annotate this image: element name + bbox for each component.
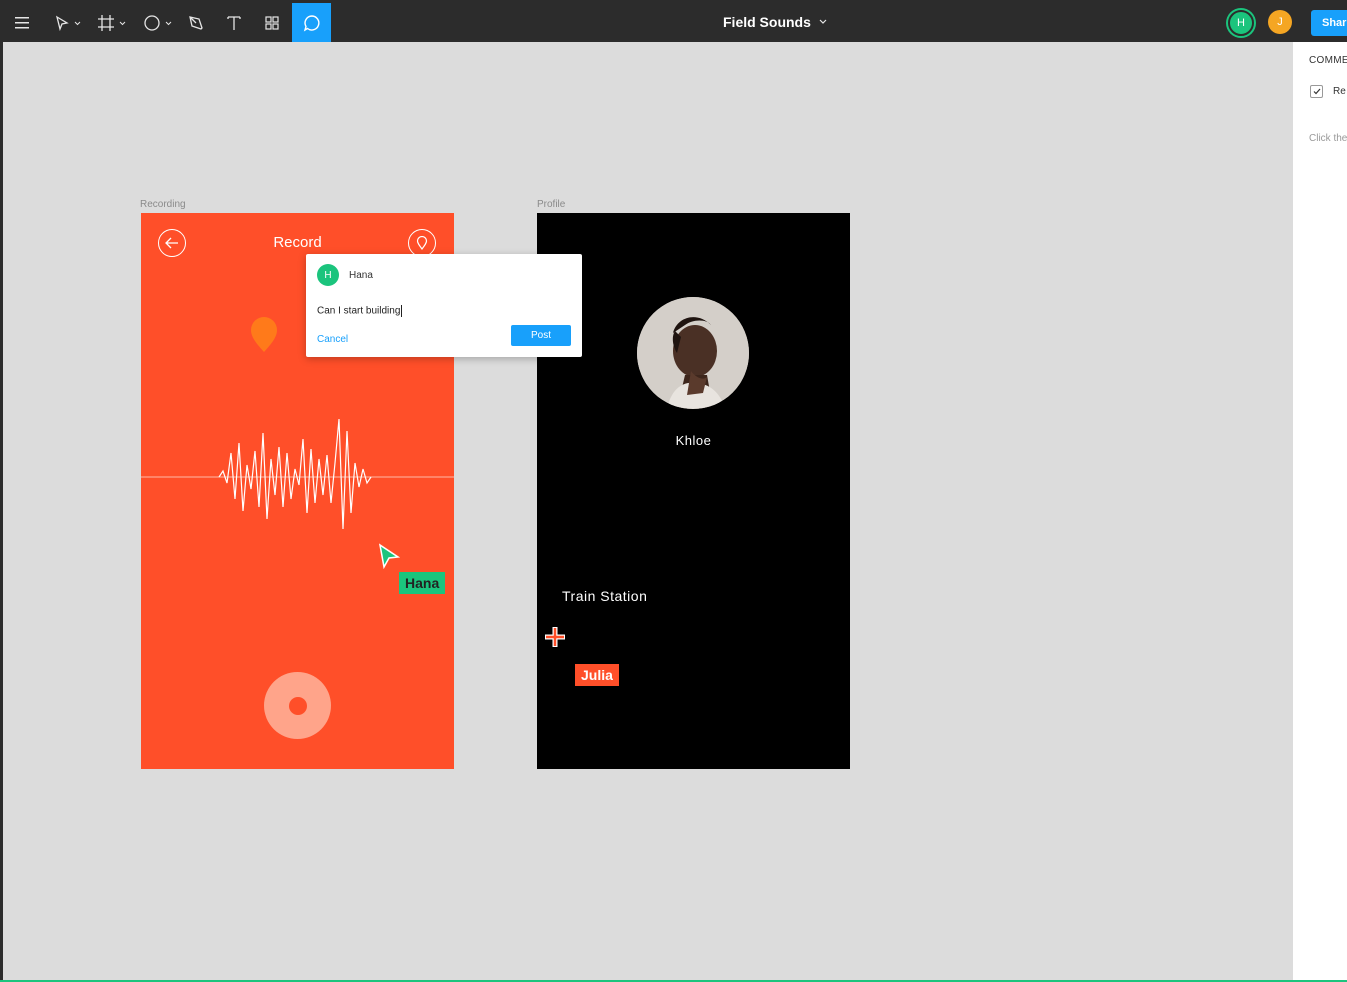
chevron-down-icon xyxy=(819,19,827,24)
components-icon xyxy=(265,15,279,30)
comment-author-name: Hana xyxy=(349,270,373,281)
components-tool-button[interactable] xyxy=(259,3,285,42)
comments-panel-header: COMME xyxy=(1309,55,1347,66)
cursor-arrow-icon xyxy=(378,543,400,569)
crosshair-cursor-icon xyxy=(545,627,565,647)
comments-panel-hint: Click the xyxy=(1309,133,1347,144)
frame-label-profile[interactable]: Profile xyxy=(537,199,565,210)
canvas[interactable]: Recording Profile Record Khloe Train Sta… xyxy=(3,42,1293,980)
text-caret xyxy=(401,305,403,317)
comment-icon xyxy=(303,14,319,32)
shape-icon xyxy=(144,14,172,31)
location-button[interactable] xyxy=(408,229,436,257)
text-tool-button[interactable] xyxy=(221,3,247,42)
frame-icon xyxy=(98,14,126,31)
record-dot xyxy=(288,696,307,715)
pen-icon xyxy=(189,15,203,30)
hamburger-icon[interactable] xyxy=(9,3,37,42)
comment-author-avatar: H xyxy=(317,264,339,286)
comment-cancel-button[interactable]: Cancel xyxy=(317,334,348,345)
map-pin-icon xyxy=(251,317,277,352)
station-label: Train Station xyxy=(562,588,648,604)
shape-tool-button[interactable] xyxy=(139,3,175,42)
avatar-julia[interactable]: J xyxy=(1268,10,1292,34)
toolbar: Field Sounds H J Share xyxy=(3,3,1347,42)
text-icon xyxy=(227,15,241,30)
comment-popover: H Hana Can I start building Cancel Post xyxy=(306,254,582,357)
resolved-checkbox[interactable] xyxy=(1310,85,1323,98)
cursor-label-julia: Julia xyxy=(575,664,619,686)
record-button[interactable] xyxy=(264,672,331,739)
checkmark-icon xyxy=(1313,88,1320,95)
pen-tool-button[interactable] xyxy=(183,3,209,42)
avatar-initial: H xyxy=(1237,17,1245,29)
avatar-initial: J xyxy=(1277,16,1283,28)
move-icon xyxy=(55,15,81,31)
profile-name: Khloe xyxy=(675,433,712,448)
comment-input[interactable]: Can I start building xyxy=(317,305,403,317)
comment-tool-button[interactable] xyxy=(292,3,331,42)
move-tool-button[interactable] xyxy=(49,3,85,42)
waveform-graphic xyxy=(141,418,454,530)
comments-panel: COMME Re Click the xyxy=(1293,42,1347,980)
location-pin-icon xyxy=(416,236,428,250)
frame-tool-button[interactable] xyxy=(93,3,129,42)
document-title-text: Field Sounds xyxy=(723,14,811,30)
cursor-label-hana: Hana xyxy=(399,572,446,594)
resolved-checkbox-label: Re xyxy=(1333,86,1346,97)
avatar-hana[interactable]: H xyxy=(1228,10,1254,36)
profile-photo xyxy=(637,297,749,409)
comment-post-button[interactable]: Post xyxy=(511,325,571,346)
document-title[interactable]: Field Sounds xyxy=(723,14,827,30)
comment-input-text: Can I start building xyxy=(317,305,401,317)
frame-label-recording[interactable]: Recording xyxy=(140,199,186,210)
share-button[interactable]: Share xyxy=(1311,10,1347,36)
person-portrait-image xyxy=(637,297,749,409)
